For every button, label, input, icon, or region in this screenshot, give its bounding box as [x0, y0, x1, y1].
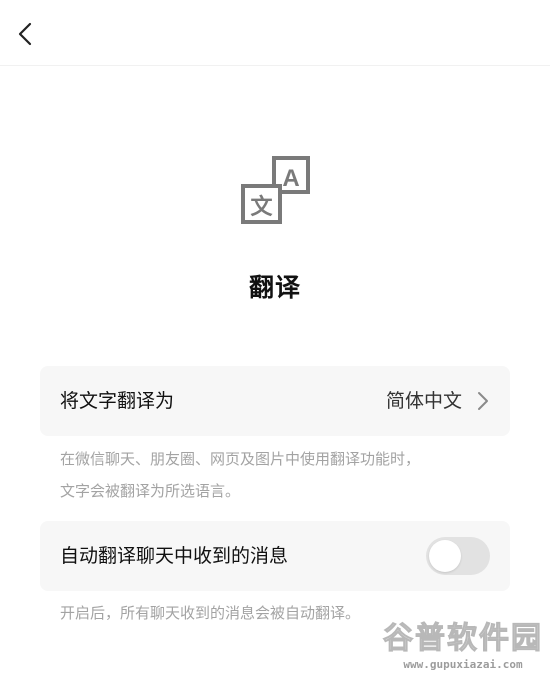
back-button[interactable]: [8, 16, 42, 52]
translate-icon-letter-wen: 文: [250, 194, 273, 220]
auto-translate-row: 自动翻译聊天中收到的消息: [40, 521, 510, 591]
toggle-knob: [429, 540, 461, 572]
auto-translate-toggle[interactable]: [426, 537, 490, 575]
nav-bar: [0, 0, 550, 66]
translate-language-note: 在微信聊天、朋友圈、网页及图片中使用翻译功能时， 文字会被翻译为所选语言。: [60, 443, 500, 507]
auto-translate-label: 自动翻译聊天中收到的消息: [60, 545, 289, 567]
translate-language-note-line2: 文字会被翻译为所选语言。: [60, 482, 241, 500]
translate-icon: A 文: [241, 156, 310, 224]
translate-language-row[interactable]: 将文字翻译为 简体中文: [40, 366, 510, 436]
translate-language-note-line1: 在微信聊天、朋友圈、网页及图片中使用翻译功能时，: [60, 450, 421, 468]
watermark-title: 谷普软件园: [383, 621, 543, 657]
translate-icon-letter-a: A: [282, 165, 299, 192]
selected-language-value: 简体中文: [385, 390, 462, 412]
chevron-right-icon: [478, 392, 488, 410]
chevron-left-icon: [18, 22, 32, 46]
watermark: 谷普软件园 www.gupuxiazai.com: [380, 621, 546, 677]
page-title: 翻译: [248, 273, 301, 302]
translate-language-label: 将文字翻译为: [60, 390, 175, 412]
watermark-url: www.gupuxiazai.com: [403, 658, 523, 671]
